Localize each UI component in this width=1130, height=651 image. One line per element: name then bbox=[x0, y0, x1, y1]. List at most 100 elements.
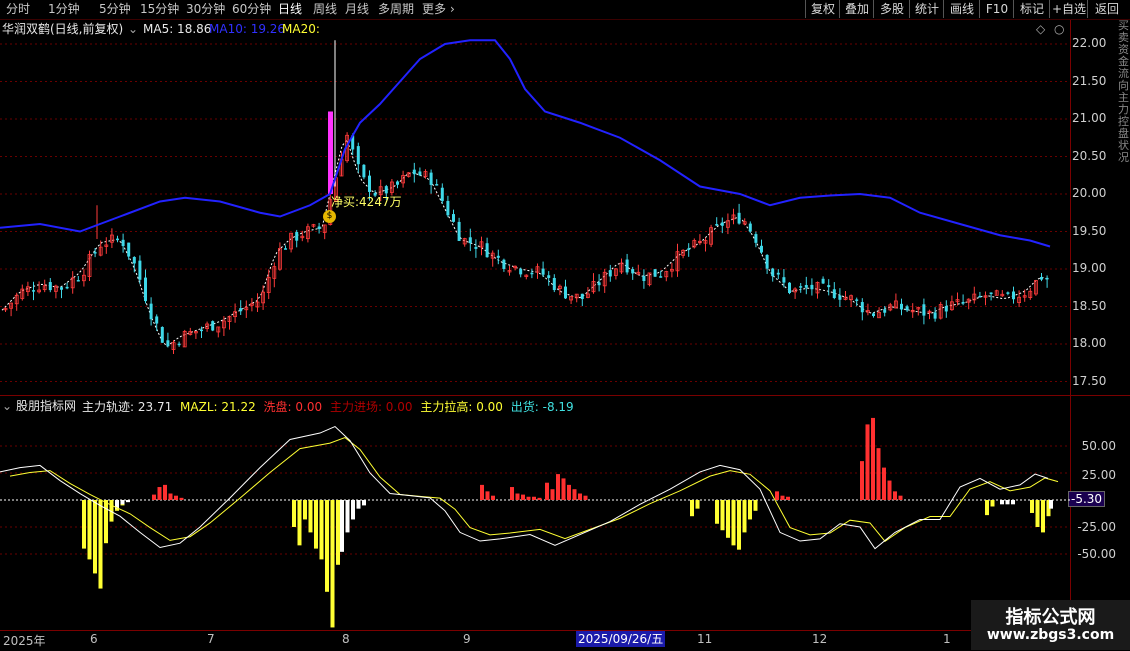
tab-1min[interactable]: 1分钟 bbox=[48, 2, 80, 17]
chevron-right-icon[interactable]: › bbox=[450, 2, 455, 17]
indicator-bar bbox=[556, 474, 560, 500]
candle-body bbox=[827, 285, 831, 288]
candle-body bbox=[978, 295, 982, 298]
candle-body bbox=[384, 186, 388, 194]
candle-body bbox=[429, 172, 433, 185]
indicator-bar bbox=[485, 491, 490, 500]
indicator-bar bbox=[303, 500, 307, 520]
candle-body bbox=[155, 316, 159, 324]
tab-minute-time[interactable]: 分时 bbox=[6, 2, 30, 17]
candle-body bbox=[440, 187, 444, 202]
price-tick: 22.00 bbox=[1072, 36, 1107, 50]
candle-body bbox=[765, 254, 769, 269]
indicator-bar bbox=[695, 500, 700, 509]
indicator-bar bbox=[356, 500, 361, 509]
indicator-bar bbox=[152, 494, 156, 500]
tab-multi-period[interactable]: 多周期 bbox=[378, 2, 414, 17]
indicator-bar bbox=[865, 424, 870, 500]
candle-body bbox=[989, 292, 993, 295]
candle-body bbox=[608, 270, 612, 277]
price-tick: 21.00 bbox=[1072, 111, 1107, 125]
mark-button[interactable]: 标记 bbox=[1013, 0, 1050, 18]
candle-body bbox=[760, 245, 763, 253]
indicator-chart[interactable] bbox=[0, 396, 1070, 630]
candle-body bbox=[200, 329, 203, 332]
indicator-bar bbox=[748, 500, 752, 520]
indicator-bar bbox=[1035, 500, 1040, 527]
indicator-bar bbox=[1049, 500, 1053, 509]
indicator-tick: 50.00 bbox=[1081, 439, 1116, 453]
indicator-bar bbox=[578, 493, 582, 500]
indicator-bar bbox=[572, 489, 577, 500]
indicator-bar bbox=[990, 500, 995, 507]
indicator-bar bbox=[179, 497, 184, 500]
indicator-bar bbox=[545, 482, 549, 500]
tab-30min[interactable]: 30分钟 bbox=[186, 2, 225, 17]
statistics-button[interactable]: 统计 bbox=[909, 0, 944, 18]
candlestick-chart[interactable] bbox=[0, 20, 1070, 395]
candle-body bbox=[821, 278, 825, 284]
candle-body bbox=[631, 269, 635, 274]
candle-body bbox=[412, 169, 416, 175]
candle-body bbox=[900, 303, 903, 310]
indicator-bar bbox=[786, 496, 790, 500]
price-tick: 19.00 bbox=[1072, 261, 1107, 275]
indicator-bar bbox=[1011, 500, 1015, 505]
indicator-bar bbox=[510, 487, 514, 500]
candle-body bbox=[625, 259, 629, 273]
multi-stock-button[interactable]: 多股 bbox=[873, 0, 910, 18]
indicator-bar bbox=[491, 495, 495, 500]
side-info-strip: 买卖资金流向主力控盘状况 bbox=[1118, 20, 1129, 164]
indicator-bar bbox=[157, 487, 162, 500]
price-tick: 20.00 bbox=[1072, 186, 1107, 200]
tab-5min[interactable]: 5分钟 bbox=[99, 2, 131, 17]
date-axis: 2025年 6 7 8 9 2025/09/26/五 11 12 1 bbox=[0, 630, 1130, 651]
tab-more[interactable]: 更多 bbox=[422, 2, 446, 17]
tab-60min[interactable]: 60分钟 bbox=[232, 2, 271, 17]
indicator-bar bbox=[515, 493, 520, 500]
candle-body bbox=[435, 184, 439, 186]
indicator-bar bbox=[98, 500, 103, 589]
indicator-bar bbox=[860, 461, 864, 500]
indicator-bar bbox=[126, 500, 130, 503]
indicator-bar bbox=[104, 500, 108, 544]
candle-body bbox=[1012, 291, 1015, 300]
tab-monthly[interactable]: 月线 bbox=[345, 2, 369, 17]
indicator-bar bbox=[362, 500, 366, 506]
f10-button[interactable]: F10 bbox=[979, 0, 1014, 18]
restore-rights-button[interactable]: 复权 bbox=[805, 0, 840, 18]
indicator-bar bbox=[887, 480, 892, 500]
indicator-bar bbox=[308, 500, 313, 533]
indicator-bar bbox=[168, 493, 173, 500]
draw-line-button[interactable]: 画线 bbox=[943, 0, 980, 18]
tab-weekly[interactable]: 周线 bbox=[313, 2, 337, 17]
candle-body bbox=[580, 293, 584, 300]
candle-body bbox=[149, 303, 153, 320]
candle-body bbox=[530, 272, 534, 275]
tab-15min[interactable]: 15分钟 bbox=[140, 2, 179, 17]
candle-body bbox=[832, 289, 836, 298]
indicator-tick: -25.00 bbox=[1077, 520, 1116, 534]
mazl-line bbox=[9, 437, 1059, 542]
candle-body bbox=[642, 275, 646, 281]
indicator-bar bbox=[731, 500, 736, 546]
candle-body bbox=[687, 248, 691, 250]
add-favorite-button[interactable]: +自选 bbox=[1049, 0, 1088, 18]
indicator-bar bbox=[737, 500, 741, 550]
candle-body bbox=[860, 302, 864, 313]
candle-body bbox=[883, 309, 887, 313]
candle-body bbox=[715, 224, 719, 226]
date-label: 7 bbox=[207, 632, 215, 646]
candle-body bbox=[127, 242, 131, 257]
candle-body bbox=[65, 286, 69, 289]
back-button[interactable]: 返回 bbox=[1087, 0, 1126, 18]
indicator-current-value: -5.30 bbox=[1068, 491, 1106, 507]
overlay-button[interactable]: 叠加 bbox=[839, 0, 874, 18]
date-label: 6 bbox=[90, 632, 98, 646]
candle-body bbox=[933, 312, 937, 319]
price-tick: 18.50 bbox=[1072, 299, 1107, 313]
tab-daily[interactable]: 日线 bbox=[278, 2, 302, 17]
limit-up-candle bbox=[328, 111, 333, 194]
candle-body bbox=[166, 340, 170, 347]
date-label: 2025年 bbox=[3, 634, 46, 648]
